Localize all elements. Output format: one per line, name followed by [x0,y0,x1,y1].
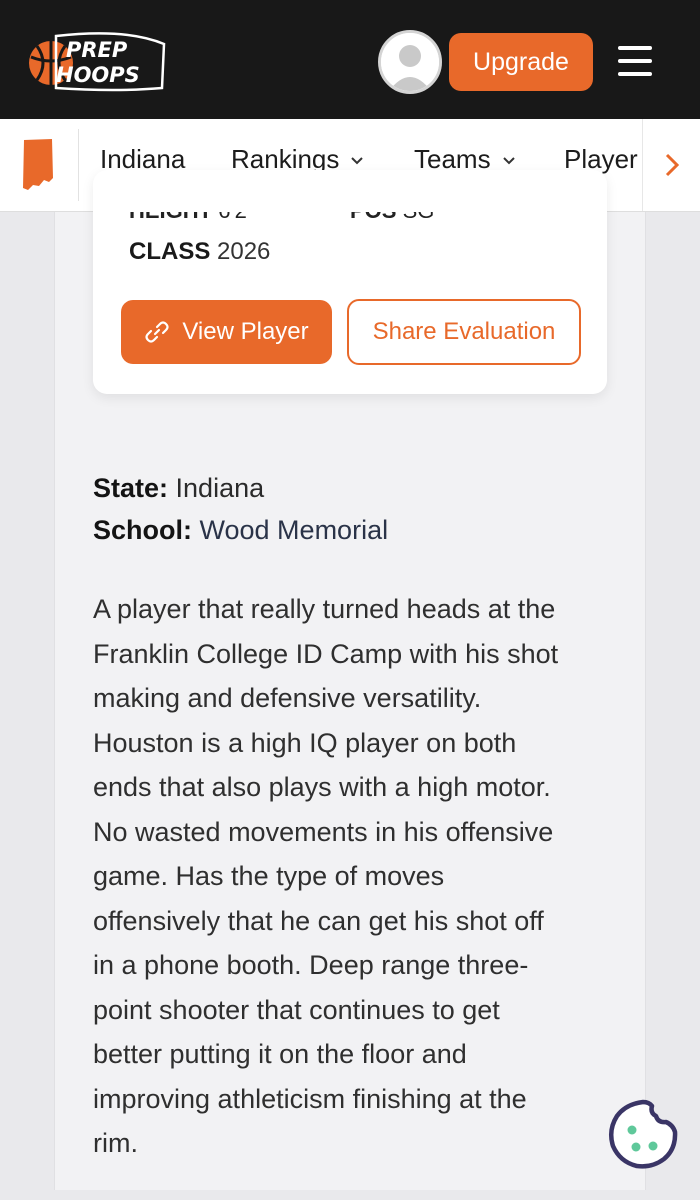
height-label: HEIGHT 6'2" [129,212,255,222]
bottom-strip [0,1190,700,1200]
evaluation-line: A player that really turned heads at the [93,594,556,624]
indiana-state-icon[interactable] [20,138,56,192]
height-value: 6'2" [218,212,254,222]
chevron-right-icon [665,153,679,177]
share-evaluation-label: Share Evaluation [372,318,556,345]
logo-line1: PREP [66,38,128,62]
evaluation-line: No wasted movements in his offensive [93,816,554,847]
nav-divider [78,129,79,201]
cookie-icon[interactable] [606,1097,680,1171]
evaluation-line: offensively that he can get his shot off [93,905,544,936]
view-player-label: View Player [182,318,309,345]
evaluation-text: A player that really turned heads at the… [93,587,603,1166]
evaluation-line: in a phone booth. Deep range three- [93,950,529,980]
evaluation-line: ends that also plays with a high motor. [93,772,551,802]
evaluation-line: point shooter that continues to get [93,994,500,1025]
prep-hoops-logo[interactable]: PREP HOOPS [26,30,168,92]
class-value: 2026 [217,238,271,265]
link-icon [145,321,169,343]
class-row: CLASS 2026 [129,238,270,266]
class-label: CLASS [129,238,211,265]
evaluation-line: rim. [93,1128,138,1158]
evaluation-line: game. Has the type of moves [93,861,445,891]
chevron-down-icon [502,156,515,164]
evaluation-line: Franklin College ID Camp with his shot [93,638,559,669]
position-label: POS SG [350,212,434,222]
upgrade-button[interactable]: Upgrade [449,33,593,91]
school-label: School: [93,515,192,545]
top-header: PREP HOOPS Upgrade [0,0,700,119]
state-label: State: [93,473,169,503]
user-avatar-icon[interactable] [378,30,442,94]
state-row: State: Indiana [93,473,264,504]
hamburger-menu-icon[interactable] [618,46,652,76]
position-value: SG [403,212,435,222]
chevron-down-icon [351,156,364,164]
evaluation-line: Houston is a high IQ player on both [93,727,517,758]
view-player-button[interactable]: View Player [121,300,332,364]
nav-scroll-right-button[interactable] [642,119,700,211]
state-value: Indiana [175,473,265,503]
evaluation-line: improving athleticism finishing at the [93,1083,527,1114]
share-evaluation-button[interactable]: Share Evaluation [347,299,581,365]
school-row: School: Wood Memorial [93,515,388,546]
logo-line2: HOOPS [56,63,140,87]
evaluation-line: better putting it on the floor and [93,1039,467,1069]
school-value: Wood Memorial [199,515,389,545]
evaluation-line: making and defensive versatility. [93,683,482,713]
